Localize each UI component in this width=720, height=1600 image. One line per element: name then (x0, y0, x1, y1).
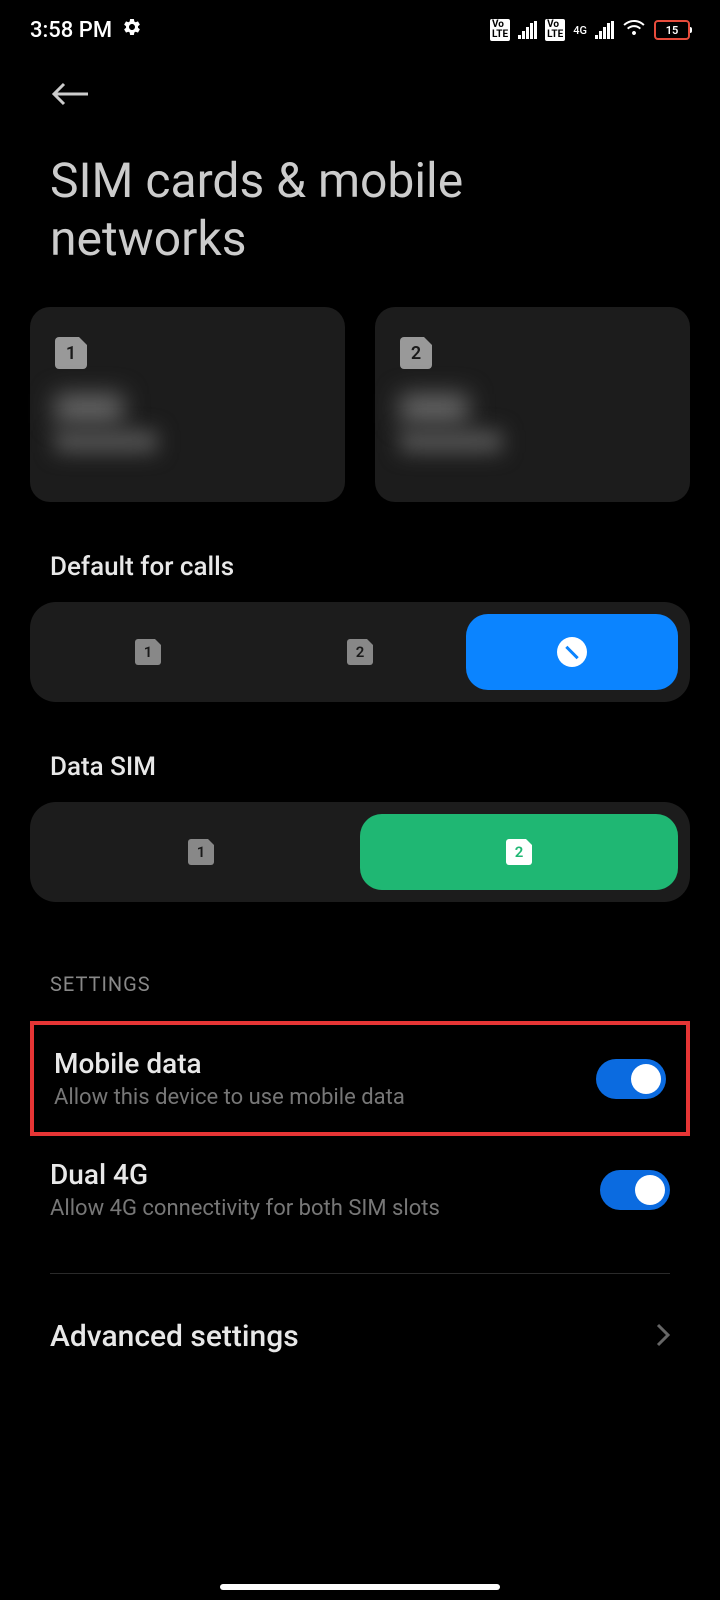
dual-4g-text: Dual 4G Allow 4G connectivity for both S… (50, 1158, 600, 1221)
page-title: SIM cards & mobile networks (0, 142, 720, 307)
back-icon[interactable] (50, 93, 90, 112)
sim-cards-container: 1 ████ ████████ 2 ████ ████████ (0, 307, 720, 502)
data-sim-2[interactable]: 2 (360, 814, 678, 890)
not-set-icon (557, 637, 587, 667)
default-calls-selector: 1 2 (30, 602, 690, 702)
dual-4g-subtitle: Allow 4G connectivity for both SIM slots (50, 1196, 600, 1221)
sim-number-blurred: ████████ (400, 431, 665, 452)
nav-bar (0, 60, 720, 142)
sim-number-blurred: ████████ (55, 431, 320, 452)
status-bar: 3:58 PM VoLTE VoLTE 4G 15 (0, 0, 720, 60)
volte-icon-1: VoLTE (490, 19, 510, 41)
signal-icon-2 (595, 21, 614, 39)
default-calls-ask[interactable] (466, 614, 678, 690)
signal-icon-1 (518, 21, 537, 39)
home-indicator[interactable] (220, 1584, 500, 1590)
battery-icon: 15 (654, 20, 690, 40)
settings-header: SETTINGS (0, 902, 720, 1021)
sim-card-1[interactable]: 1 ████ ████████ (30, 307, 345, 502)
sim-chip-icon: 2 (506, 839, 532, 865)
data-sim-1[interactable]: 1 (42, 814, 360, 890)
mobile-data-subtitle: Allow this device to use mobile data (54, 1085, 596, 1110)
chevron-right-icon (656, 1323, 670, 1351)
default-calls-sim2[interactable]: 2 (254, 614, 466, 690)
sim-chip-icon: 2 (347, 639, 373, 665)
time-text: 3:58 PM (30, 18, 112, 43)
data-sim-selector: 1 2 (30, 802, 690, 902)
data-sim-label: Data SIM (0, 702, 720, 802)
default-calls-sim1[interactable]: 1 (42, 614, 254, 690)
mobile-data-text: Mobile data Allow this device to use mob… (54, 1047, 596, 1110)
volte-icon-2: VoLTE (545, 19, 565, 41)
status-left: 3:58 PM (30, 17, 142, 43)
dual-4g-toggle[interactable] (600, 1170, 670, 1210)
advanced-settings-row[interactable]: Advanced settings (0, 1274, 720, 1399)
sim-chip-icon: 1 (135, 639, 161, 665)
sim-carrier-blurred: ████ (400, 394, 665, 423)
dual-4g-row[interactable]: Dual 4G Allow 4G connectivity for both S… (0, 1136, 720, 1243)
default-calls-label: Default for calls (0, 502, 720, 602)
sim-chip-icon: 1 (188, 839, 214, 865)
sim-chip-icon: 1 (55, 337, 87, 369)
mobile-data-row[interactable]: Mobile data Allow this device to use mob… (30, 1021, 690, 1136)
status-right: VoLTE VoLTE 4G 15 (490, 17, 690, 43)
advanced-settings-title: Advanced settings (50, 1319, 299, 1354)
dual-4g-title: Dual 4G (50, 1158, 600, 1191)
gear-icon (122, 17, 142, 43)
sim-chip-icon: 2 (400, 337, 432, 369)
mobile-data-toggle[interactable] (596, 1059, 666, 1099)
network-4g: 4G (573, 25, 587, 36)
sim-card-2[interactable]: 2 ████ ████████ (375, 307, 690, 502)
mobile-data-title: Mobile data (54, 1047, 596, 1080)
sim-carrier-blurred: ████ (55, 394, 320, 423)
wifi-icon (622, 17, 646, 43)
